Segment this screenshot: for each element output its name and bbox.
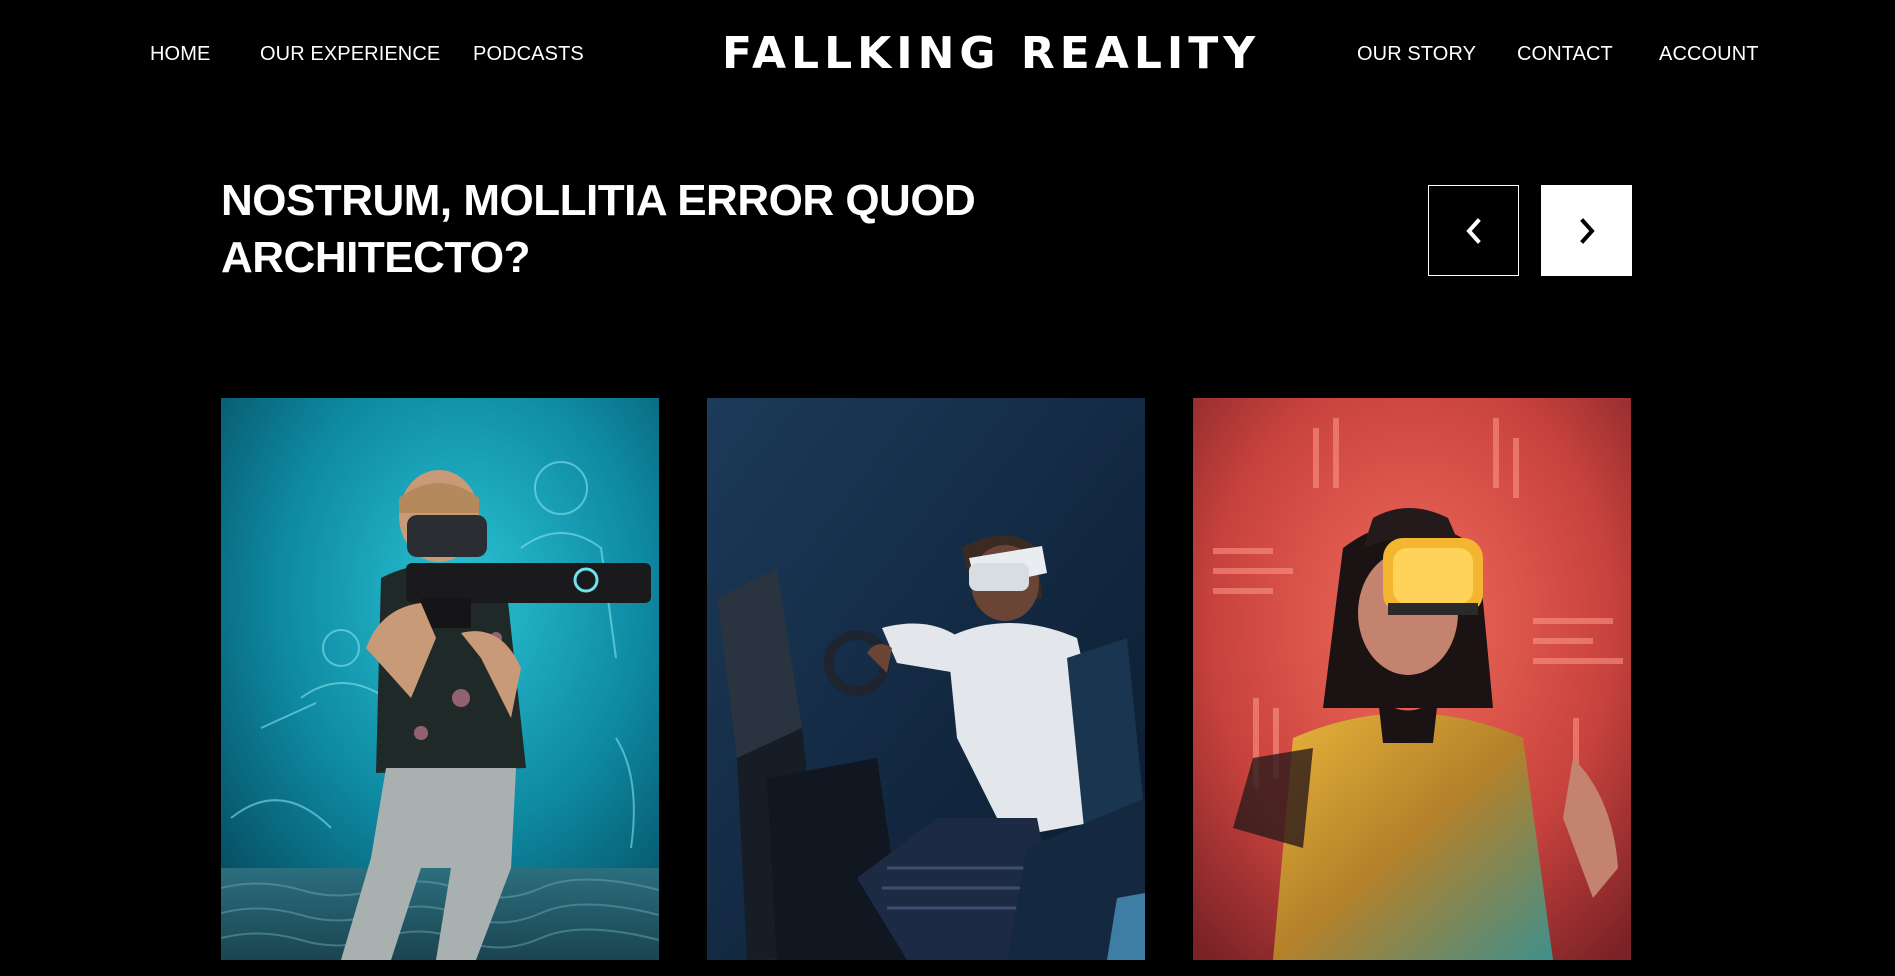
nav-podcasts[interactable]: PODCASTS [473, 42, 584, 66]
slide-card-3[interactable] [1193, 398, 1631, 960]
section-title: NOSTRUM, MOLLITIA ERROR QUOD ARCHITECTO? [221, 176, 976, 282]
chevron-right-icon [1579, 217, 1595, 244]
slider-prev-button[interactable] [1428, 185, 1519, 276]
slider-next-button[interactable] [1541, 185, 1632, 276]
vr-player-photo [221, 398, 659, 960]
site-logo[interactable]: FALLKING REALITY [722, 28, 1255, 80]
chevron-left-icon [1465, 217, 1481, 244]
slide-card-2[interactable] [707, 398, 1145, 960]
vr-racing-photo [707, 398, 1145, 960]
nav-our-story[interactable]: OUR STORY [1357, 42, 1476, 66]
page: HOME OUR EXPERIENCE PODCASTS FALLKING RE… [0, 0, 1895, 976]
nav-contact[interactable]: CONTACT [1517, 42, 1613, 66]
nav-account[interactable]: ACCOUNT [1659, 42, 1759, 66]
nav-our-experience[interactable]: OUR EXPERIENCE [260, 42, 440, 66]
nav-home[interactable]: HOME [150, 42, 210, 66]
site-header: HOME OUR EXPERIENCE PODCASTS FALLKING RE… [0, 0, 1895, 108]
vr-neon-photo [1193, 398, 1631, 960]
slide-card-1[interactable] [221, 398, 659, 960]
